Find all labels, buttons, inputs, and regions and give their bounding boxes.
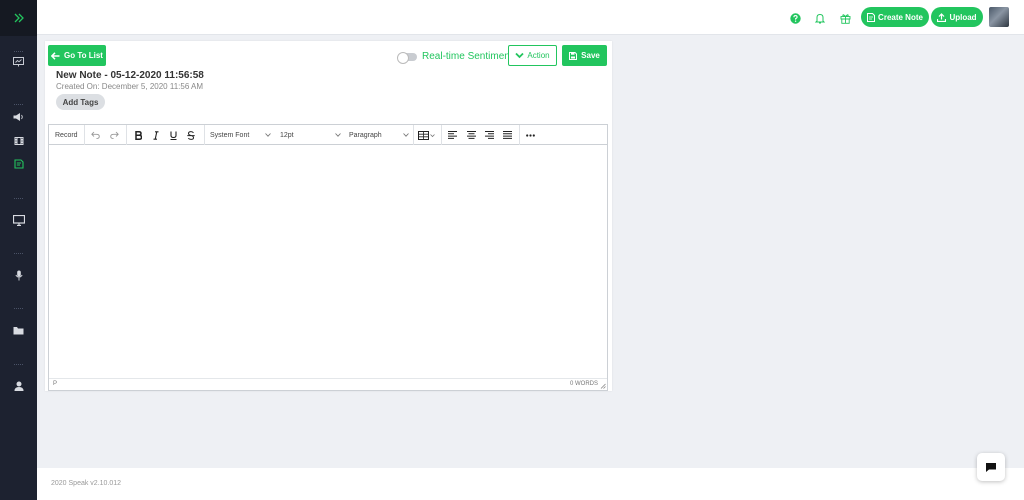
strikethrough-icon xyxy=(187,130,195,140)
notes-icon xyxy=(13,159,24,169)
table-icon xyxy=(418,130,435,140)
font-size-value: 12pt xyxy=(280,131,294,139)
bold-button[interactable] xyxy=(135,125,142,145)
chat-button[interactable] xyxy=(977,453,1005,481)
chevron-down-icon xyxy=(515,52,525,59)
expand-icon[interactable] xyxy=(13,12,25,24)
underline-icon xyxy=(170,131,177,140)
arrow-left-icon xyxy=(51,51,60,60)
underline-button[interactable] xyxy=(170,125,177,145)
align-justify-button[interactable] xyxy=(503,125,512,145)
monitor-icon xyxy=(12,214,25,226)
user-icon xyxy=(14,381,23,391)
element-path[interactable]: P xyxy=(53,381,57,387)
align-right-button[interactable] xyxy=(485,125,494,145)
bold-icon xyxy=(135,130,142,140)
upload-label: Upload xyxy=(949,12,977,22)
sentiment-label: Real-time Sentiment xyxy=(422,51,513,62)
word-count[interactable]: 0 WORDS xyxy=(570,381,598,387)
chevron-down-icon xyxy=(335,125,341,145)
more-horizontal-icon xyxy=(526,133,535,137)
action-button[interactable]: Action xyxy=(508,45,557,66)
block-format-value: Paragraph xyxy=(349,131,382,139)
align-justify-icon xyxy=(503,131,512,139)
note-created-date: Created On: December 5, 2020 11:56 AM xyxy=(56,82,204,91)
go-to-list-label: Go To List xyxy=(64,51,103,60)
help-icon xyxy=(789,12,801,24)
resize-handle-icon[interactable] xyxy=(600,383,606,389)
presentation-icon xyxy=(13,57,24,67)
go-to-list-button[interactable]: Go To List xyxy=(48,45,106,66)
gift-icon xyxy=(840,13,850,24)
italic-button[interactable] xyxy=(153,125,159,145)
sidebar-item-notes[interactable] xyxy=(0,155,37,173)
sidebar-item-presentations[interactable] xyxy=(0,53,37,71)
note-title: New Note - 05-12-2020 11:56:58 xyxy=(56,70,204,81)
align-center-icon xyxy=(467,131,476,139)
undo-icon xyxy=(91,131,100,139)
version-text: 2020 Speak v2.10.012 xyxy=(51,480,122,487)
align-left-button[interactable] xyxy=(448,125,457,145)
save-label: Save xyxy=(581,51,600,60)
microphone-icon xyxy=(14,270,23,280)
megaphone-icon xyxy=(13,113,23,121)
sidebar-item-screen[interactable] xyxy=(0,211,37,229)
sidebar-item-record[interactable] xyxy=(0,266,37,284)
redo-button[interactable] xyxy=(110,125,119,145)
bell-icon xyxy=(815,13,825,23)
sidebar-item-audio[interactable] xyxy=(0,108,37,126)
font-size-select[interactable]: 12pt xyxy=(280,125,294,145)
avatar[interactable] xyxy=(989,7,1009,27)
upload-button[interactable]: Upload xyxy=(931,7,983,27)
rich-text-editor: Record System Font 12pt Paragraph P 0 WO… xyxy=(48,124,608,391)
table-button[interactable] xyxy=(418,125,435,145)
strikethrough-button[interactable] xyxy=(187,125,195,145)
font-family-select[interactable]: System Font xyxy=(210,125,249,145)
sidebar-item-account[interactable] xyxy=(0,377,37,395)
film-icon xyxy=(14,137,23,145)
create-note-button[interactable]: Create Note xyxy=(861,7,929,27)
top-header: Create Note Upload xyxy=(37,0,1024,35)
create-note-label: Create Note xyxy=(878,12,923,22)
save-icon xyxy=(569,51,578,60)
align-center-button[interactable] xyxy=(467,125,476,145)
note-card: Go To List Real-time Sentiment Action Sa… xyxy=(45,41,612,391)
help-button[interactable] xyxy=(788,11,802,25)
font-family-value: System Font xyxy=(210,131,250,139)
footer: 2020 Speak v2.10.012 xyxy=(37,468,1024,500)
notifications-button[interactable] xyxy=(813,11,827,25)
italic-icon xyxy=(153,130,159,140)
add-tags-button[interactable]: Add Tags xyxy=(56,94,105,110)
sidebar-item-video[interactable] xyxy=(0,132,37,150)
align-right-icon xyxy=(485,131,494,139)
save-button[interactable]: Save xyxy=(562,45,607,66)
editor-toolbar: Record System Font 12pt Paragraph xyxy=(49,125,607,145)
chevron-down-icon xyxy=(403,125,409,145)
block-format-select[interactable]: Paragraph xyxy=(349,125,382,145)
folder-icon xyxy=(13,326,24,334)
action-label: Action xyxy=(527,51,550,60)
sidebar xyxy=(0,0,37,500)
editor-statusbar: P 0 WORDS xyxy=(49,378,607,390)
sidebar-item-folders[interactable] xyxy=(0,321,37,339)
chat-icon xyxy=(986,462,996,472)
editor-content-area[interactable] xyxy=(49,145,607,378)
record-button[interactable]: Record xyxy=(55,125,78,145)
more-button[interactable] xyxy=(526,125,535,145)
gift-button[interactable] xyxy=(838,11,852,25)
sentiment-toggle[interactable] xyxy=(397,52,417,64)
sidebar-toggle[interactable] xyxy=(0,0,37,36)
chevron-down-icon xyxy=(265,125,271,145)
align-left-icon xyxy=(448,131,457,139)
note-add-icon xyxy=(867,12,876,22)
upload-icon xyxy=(937,12,947,22)
redo-icon xyxy=(110,131,119,139)
undo-button[interactable] xyxy=(91,125,100,145)
